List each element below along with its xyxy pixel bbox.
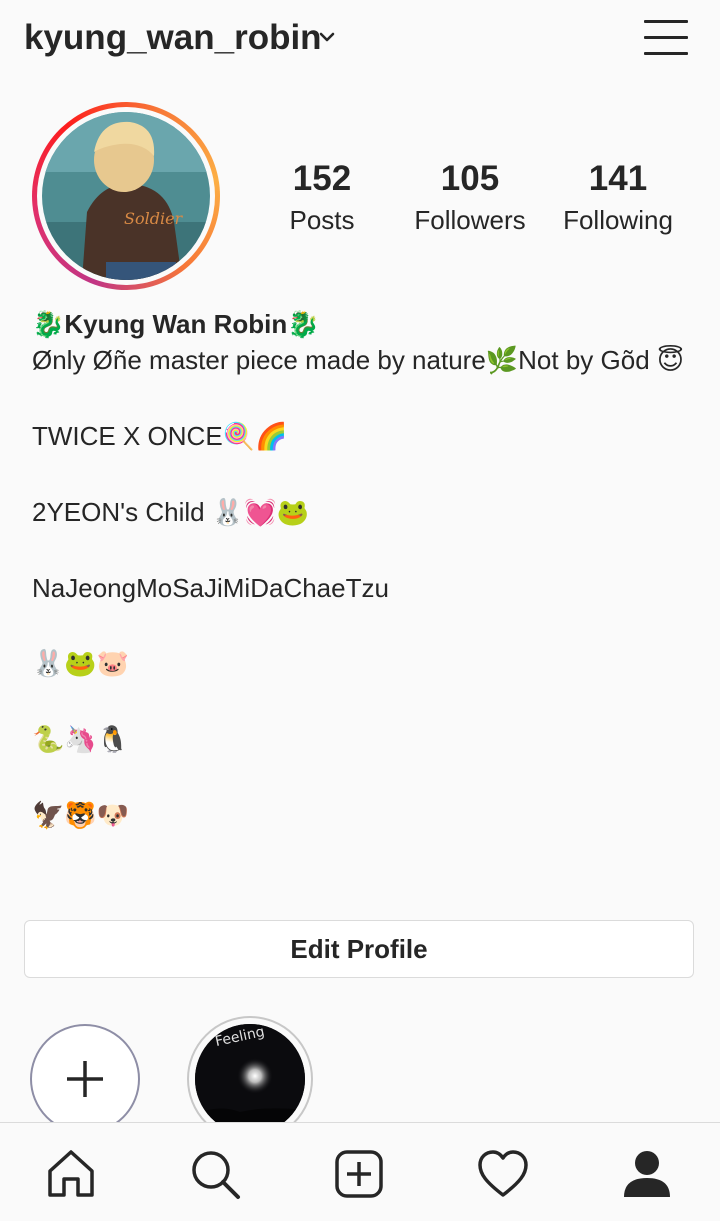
posts-label: Posts <box>289 205 355 235</box>
bio-line: Ønly Øñe master piece made by nature🌿Not… <box>32 345 684 375</box>
stat-following[interactable]: 141 Following <box>543 158 693 240</box>
search-icon[interactable] <box>188 1147 242 1201</box>
bio-line: 🐍🦄🐧 <box>32 725 130 755</box>
top-bar: kyung_wan_robin <box>0 0 720 80</box>
account-username[interactable]: kyung_wan_robin <box>24 18 322 58</box>
bio-line: 🐰🐸🐷 <box>32 649 130 679</box>
stat-followers[interactable]: 105 Followers <box>395 158 545 240</box>
svg-text:Soldier: Soldier <box>124 209 184 228</box>
plus-icon <box>67 1061 103 1097</box>
bio-line: TWICE X ONCE🍭🌈 <box>32 421 288 451</box>
bottom-tab-bar <box>0 1122 720 1221</box>
bio-line: NaJeongMoSaJiMiDaChaeTzu <box>32 573 389 603</box>
followers-label: Followers <box>414 205 526 235</box>
profile-display-name: 🐉Kyung Wan Robin🐉 <box>32 309 320 339</box>
profile-bio: 🐉Kyung Wan Robin🐉 Ønly Øñe master piece … <box>32 306 702 834</box>
bio-line: 2YEON's Child 🐰💓🐸 <box>32 497 309 527</box>
following-count: 141 <box>588 159 648 198</box>
stat-posts[interactable]: 152 Posts <box>247 158 397 240</box>
hamburger-menu-icon[interactable] <box>644 18 690 58</box>
profile-avatar-ring[interactable]: Soldier <box>32 102 220 290</box>
avatar[interactable]: Soldier <box>42 112 210 280</box>
heart-icon[interactable] <box>476 1147 530 1201</box>
home-icon[interactable] <box>44 1147 98 1201</box>
chevron-down-icon[interactable] <box>318 30 336 44</box>
bio-line: 🦅🐯🐶 <box>32 801 130 831</box>
new-highlight-button[interactable] <box>30 1024 140 1134</box>
story-highlight-thumbnail: Feeling <box>195 1024 305 1134</box>
followers-count: 105 <box>440 159 500 198</box>
edit-profile-button[interactable]: Edit Profile <box>24 920 694 978</box>
posts-count: 152 <box>292 159 352 198</box>
add-post-icon[interactable] <box>332 1147 386 1201</box>
following-label: Following <box>563 205 673 235</box>
profile-icon[interactable] <box>620 1147 674 1201</box>
